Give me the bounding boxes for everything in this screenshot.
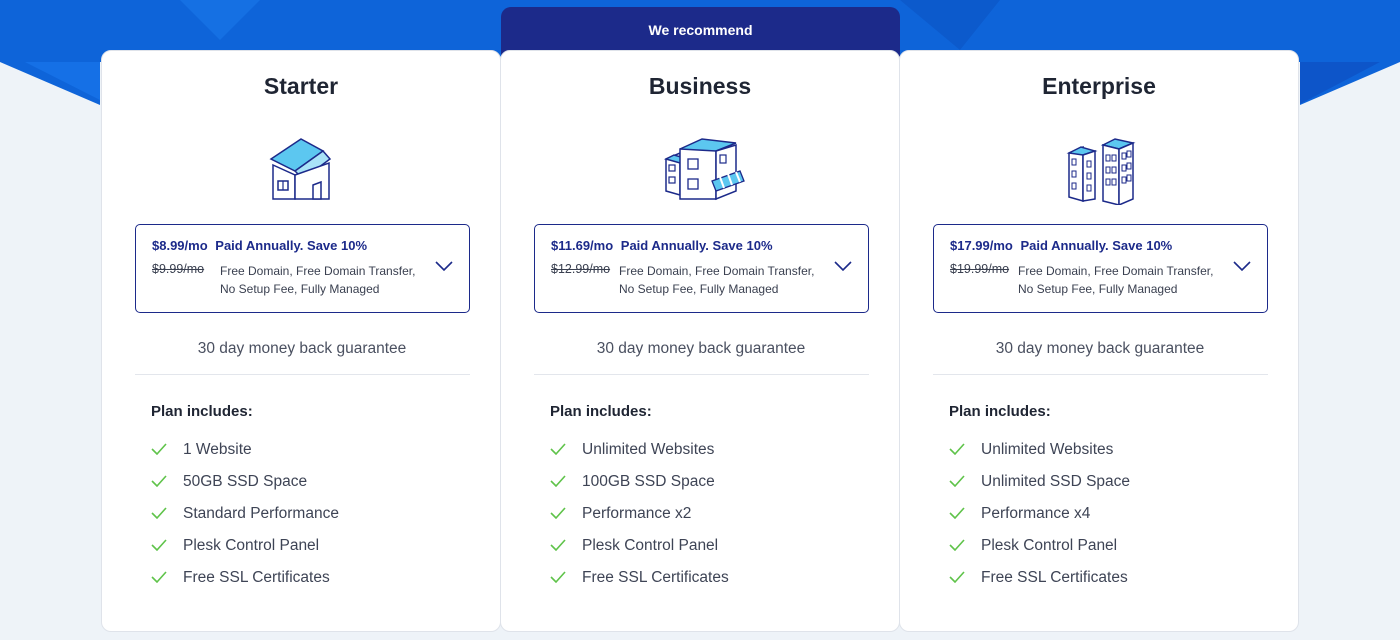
house-icon (269, 138, 332, 200)
feature-label: Unlimited Websites (582, 441, 715, 458)
feature-label: 50GB SSD Space (183, 473, 308, 490)
plan-perks: Free Domain, Free Domain Transfer, No Se… (1018, 264, 1214, 296)
feature-list: 1 Website 50GB SSD Space Standard Perfor… (151, 441, 339, 601)
feature-label: Plesk Control Panel (582, 537, 719, 554)
list-item: Unlimited SSD Space (949, 473, 1130, 505)
check-icon (949, 475, 965, 487)
plan-title: Starter (263, 73, 339, 99)
feature-label: 100GB SSD Space (582, 473, 715, 490)
price-selector[interactable]: $11.69/mo Paid Annually. Save 10% $12.99… (534, 224, 869, 313)
old-price: $19.99/mo (950, 262, 1010, 276)
check-icon (151, 507, 167, 519)
price-selector[interactable]: $17.99/mo Paid Annually. Save 10% $19.99… (933, 224, 1268, 313)
billing-note: Paid Annually. Save 10% (215, 238, 368, 253)
divider (933, 374, 1268, 375)
feature-label: Performance x4 (981, 505, 1091, 522)
feature-label: Plesk Control Panel (981, 537, 1118, 554)
list-item: Free SSL Certificates (151, 569, 339, 601)
plan-perks: Free Domain, Free Domain Transfer, No Se… (619, 264, 815, 296)
plan-perks: Free Domain, Free Domain Transfer, No Se… (220, 264, 416, 296)
old-price: $12.99/mo (551, 262, 611, 276)
check-icon (949, 443, 965, 455)
plan-title: Business (648, 73, 752, 99)
guarantee-text: 30 day money back guarantee (995, 340, 1205, 357)
price-selector[interactable]: $8.99/mo Paid Annually. Save 10% $9.99/m… (135, 224, 470, 313)
plan-price: $8.99/mo (152, 238, 208, 253)
check-icon (550, 539, 566, 551)
check-icon (151, 443, 167, 455)
check-icon (151, 475, 167, 487)
list-item: Plesk Control Panel (949, 537, 1130, 569)
list-item: 50GB SSD Space (151, 473, 339, 505)
plan-card-starter: Starter $8.99/mo Paid Annually. Save 10%… (101, 50, 501, 632)
feature-label: Free SSL Certificates (981, 569, 1128, 586)
list-item: Plesk Control Panel (550, 537, 729, 569)
divider (135, 374, 470, 375)
feature-list: Unlimited Websites Unlimited SSD Space P… (949, 441, 1130, 601)
check-icon (151, 571, 167, 583)
shop-building-icon (663, 138, 745, 201)
check-icon (550, 475, 566, 487)
list-item: Free SSL Certificates (550, 569, 729, 601)
feature-label: Performance x2 (582, 505, 692, 522)
plan-price: $11.69/mo (551, 238, 614, 253)
list-item: 100GB SSD Space (550, 473, 729, 505)
list-item: 1 Website (151, 441, 339, 473)
feature-label: Unlimited SSD Space (981, 473, 1131, 490)
guarantee-text: 30 day money back guarantee (197, 340, 407, 357)
billing-note: Paid Annually. Save 10% (1020, 238, 1173, 253)
feature-list: Unlimited Websites 100GB SSD Space Perfo… (550, 441, 729, 601)
plan-card-business: Business $11.69/mo Paid Annually. Save 1… (500, 50, 900, 632)
plan-card-enterprise: Enterprise $17.99/mo Paid Annually. Save… (899, 50, 1299, 632)
feature-label: Free SSL Certificates (183, 569, 330, 586)
billing-note: Paid Annually. Save 10% (620, 238, 773, 253)
list-item: Free SSL Certificates (949, 569, 1130, 601)
plan-title: Enterprise (1042, 73, 1156, 99)
check-icon (949, 539, 965, 551)
chevron-down-icon[interactable] (1233, 260, 1251, 272)
check-icon (550, 571, 566, 583)
feature-label: Unlimited Websites (981, 441, 1114, 458)
check-icon (550, 507, 566, 519)
check-icon (550, 443, 566, 455)
guarantee-text: 30 day money back guarantee (596, 340, 806, 357)
list-item: Performance x2 (550, 505, 729, 537)
chevron-down-icon[interactable] (435, 260, 453, 272)
plan-price: $17.99/mo (950, 238, 1013, 253)
list-item: Unlimited Websites (550, 441, 729, 473)
feature-label: Standard Performance (183, 505, 339, 522)
chevron-down-icon[interactable] (834, 260, 852, 272)
pricing-cards: Starter $8.99/mo Paid Annually. Save 10%… (101, 50, 1300, 632)
list-item: Performance x4 (949, 505, 1130, 537)
old-price: $9.99/mo (152, 262, 205, 276)
feature-label: Plesk Control Panel (183, 537, 320, 554)
check-icon (949, 571, 965, 583)
office-buildings-icon (1066, 138, 1136, 205)
feature-label: Free SSL Certificates (582, 569, 729, 586)
list-item: Plesk Control Panel (151, 537, 339, 569)
check-icon (949, 507, 965, 519)
includes-heading: Plan includes: (151, 403, 253, 420)
divider (534, 374, 869, 375)
check-icon (151, 539, 167, 551)
includes-heading: Plan includes: (949, 403, 1051, 420)
feature-label: 1 Website (183, 441, 252, 458)
list-item: Standard Performance (151, 505, 339, 537)
includes-heading: Plan includes: (550, 403, 652, 420)
list-item: Unlimited Websites (949, 441, 1130, 473)
